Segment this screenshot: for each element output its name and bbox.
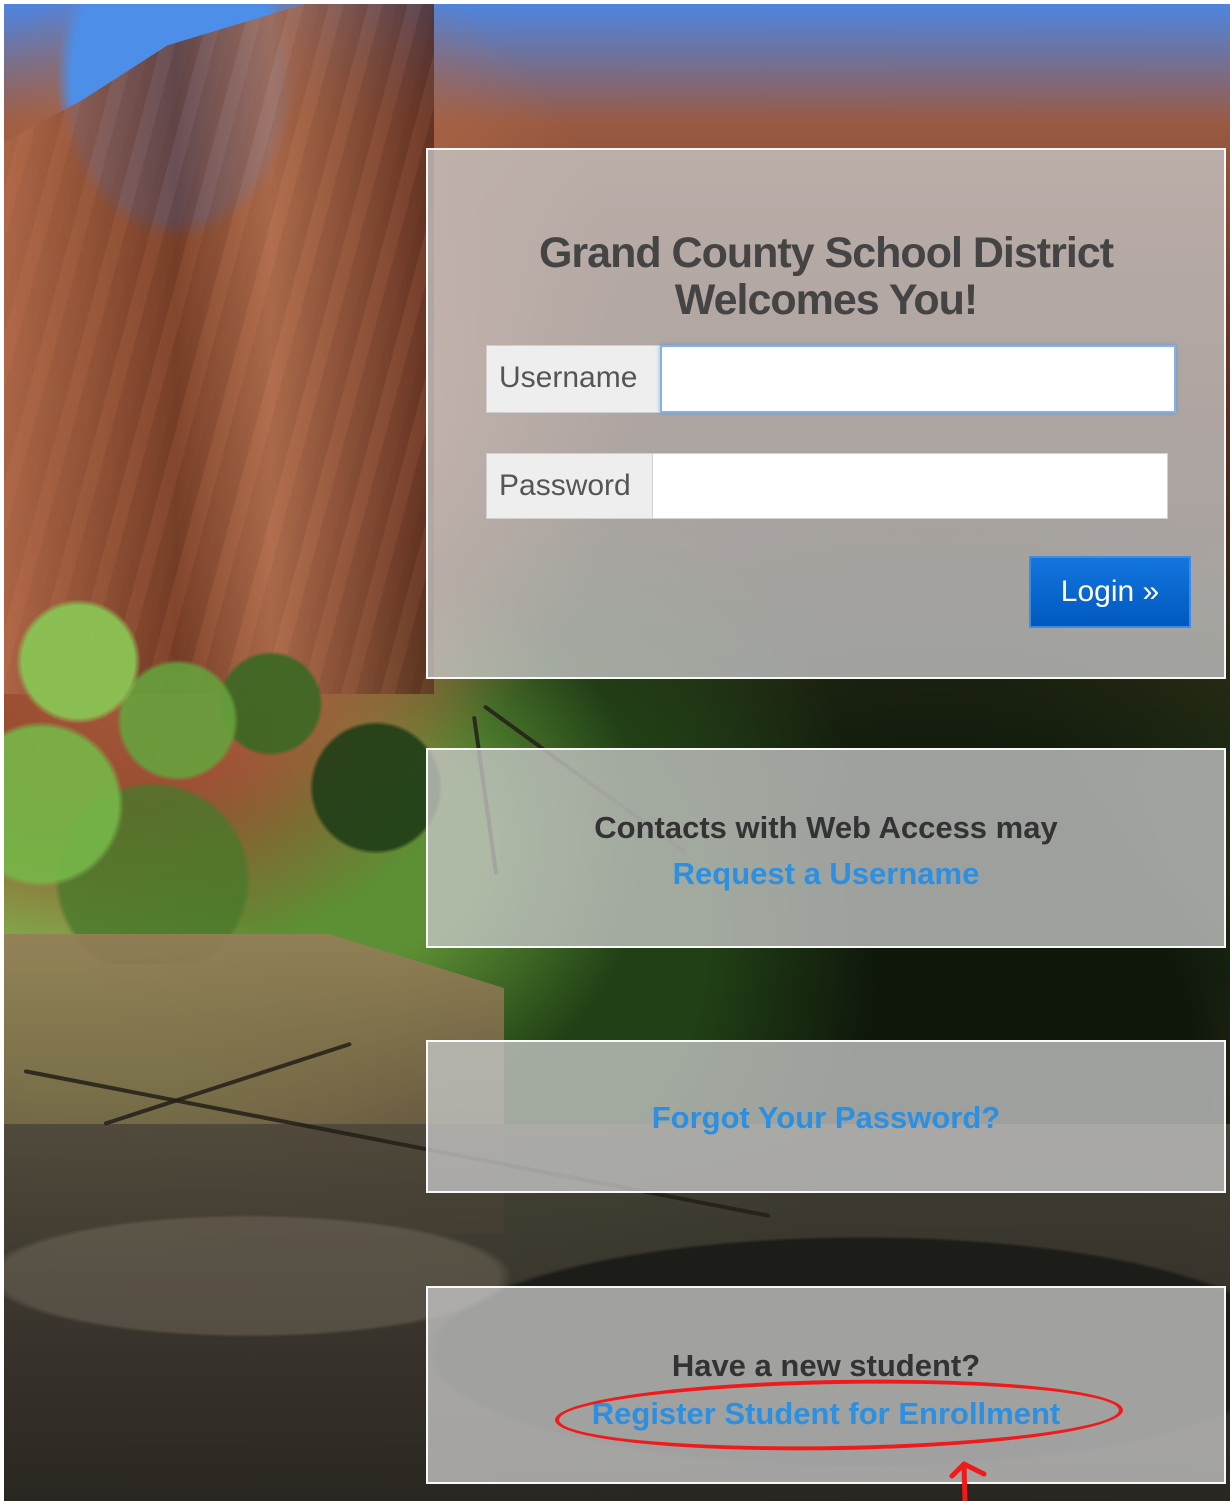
username-label: Username <box>486 345 660 413</box>
login-button[interactable]: Login » <box>1029 556 1191 628</box>
forgot-password-panel: Forgot Your Password? <box>426 1040 1226 1193</box>
request-username-panel: Contacts with Web Access may Request a U… <box>426 748 1226 948</box>
web-access-text: Contacts with Web Access may <box>594 810 1058 845</box>
register-student-link[interactable]: Register Student for Enrollment <box>428 1394 1224 1434</box>
new-student-text: Have a new student? <box>671 1348 981 1383</box>
page-title: Grand County School District Welcomes Yo… <box>428 230 1224 324</box>
username-input[interactable] <box>660 345 1176 413</box>
password-label: Password <box>486 453 652 519</box>
password-input[interactable] <box>652 453 1168 519</box>
student-enrollment-panel: Have a new student? Register Student for… <box>426 1286 1226 1484</box>
title-line-1: Grand County School District <box>538 229 1114 277</box>
title-line-2: Welcomes You! <box>674 276 978 324</box>
request-username-link[interactable]: Request a Username <box>428 854 1224 894</box>
forgot-password-link[interactable]: Forgot Your Password? <box>428 1098 1224 1138</box>
password-field-group: Password <box>486 453 1168 519</box>
login-panel: Grand County School District Welcomes Yo… <box>426 148 1226 679</box>
username-field-group: Username <box>486 345 1176 413</box>
